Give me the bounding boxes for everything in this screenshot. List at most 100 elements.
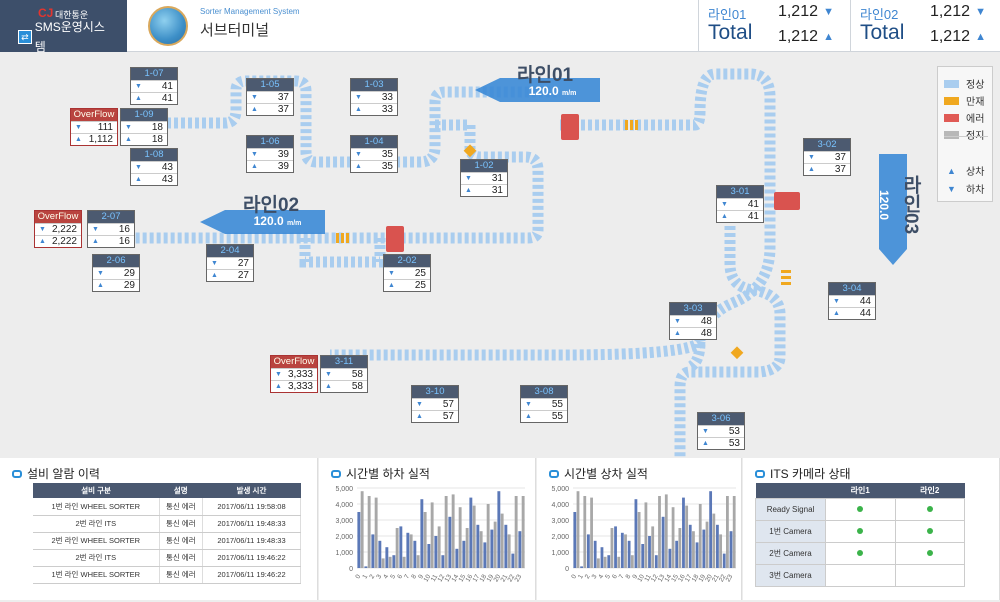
chute-1-07[interactable]: 1-07 ▼ 41 ▲ 41 <box>130 67 178 105</box>
chute-2-06[interactable]: 2-06 ▼ 29 ▲ 29 <box>92 254 140 292</box>
table-row[interactable]: 2번 라인 ITS 통신 에러 2017/06/11 19:48:33 <box>33 515 301 533</box>
system-subtitle: Sorter Management System <box>200 7 300 16</box>
y-tick-label: 5,000 <box>551 486 569 493</box>
chute-3-01[interactable]: 3-01 ▼ 41 ▲ 41 <box>716 185 764 223</box>
unload-count: ▼ 111 <box>71 121 117 133</box>
bar <box>378 540 382 568</box>
logo[interactable]: CJ 대한통운 ⇄ SMS운영시스템 <box>0 0 127 54</box>
alarm-panel: 설비 알람 이력 설비 구분 설명 발생 시간 1번 라인 WHEEL SORTER… <box>0 458 318 600</box>
chute-1-04[interactable]: 1-04 ▼ 35 ▲ 35 <box>350 135 398 173</box>
sorter-error-block[interactable] <box>561 114 579 140</box>
overflow-line03[interactable]: OverFlow ▼ 3,333 ▲ 3,333 <box>270 355 318 393</box>
unload-count: ▼ 25 <box>384 267 430 279</box>
load-bar-chart: 01,0002,0003,0004,0005,00001234567891011… <box>551 486 736 583</box>
bar <box>671 507 675 568</box>
overflow-line02[interactable]: OverFlow ▼ 2,222 ▲ 2,222 <box>34 210 82 248</box>
chute-id: 2-07 <box>88 211 134 223</box>
chute-id: 1-09 <box>121 109 167 121</box>
sorter-error-block[interactable] <box>386 226 404 252</box>
chute-3-06[interactable]: 3-06 ▼ 53 ▲ 53 <box>697 412 745 450</box>
line01-total-value: 1,212 <box>777 28 818 45</box>
bar <box>664 494 668 568</box>
bar <box>402 556 406 568</box>
table-row[interactable]: 2번 라인 ITS 통신 에러 2017/06/11 19:46:22 <box>33 549 301 567</box>
unload-count: ▼ 58 <box>321 368 367 380</box>
bar <box>586 534 590 568</box>
unload-count: ▼ 37 <box>804 151 850 163</box>
chute-1-08[interactable]: 1-08 ▼ 43 ▲ 43 <box>130 148 178 186</box>
sorter-error-block[interactable] <box>774 192 800 210</box>
status-dot <box>857 527 864 534</box>
table-row[interactable]: 2번 라인 WHEEL SORTER 통신 에러 2017/06/11 19:48:… <box>33 532 301 550</box>
down-arrow-icon: ▼ <box>947 183 956 194</box>
up-arrow-icon: ▲ <box>325 383 332 390</box>
chute-1-02[interactable]: 1-02 ▼ 31 ▲ 31 <box>460 159 508 197</box>
load-count: ▲ 53 <box>698 437 744 449</box>
up-arrow-icon: ▲ <box>355 106 362 113</box>
unload-count: ▼ 29 <box>93 267 139 279</box>
table-row[interactable]: 1번 라인 WHEEL SORTER 통신 에러 2017/06/11 19:58:… <box>33 498 301 516</box>
bar <box>364 566 368 568</box>
bar <box>451 494 455 568</box>
chute-3-03[interactable]: 3-03 ▼ 48 ▲ 48 <box>669 302 717 340</box>
load-count: ▲ 18 <box>121 133 167 145</box>
unload-count: ▼ 43 <box>131 161 177 173</box>
chute-id: 1-07 <box>131 68 177 80</box>
y-tick-label: 4,000 <box>551 502 569 509</box>
unload-count: ▼ 44 <box>829 295 875 307</box>
bar <box>630 555 634 568</box>
chute-3-02[interactable]: 3-02 ▼ 37 ▲ 37 <box>803 138 851 176</box>
bar <box>712 513 716 568</box>
legend-item-error: 에러 <box>944 110 984 125</box>
load-count: ▲ 25 <box>384 279 430 291</box>
bar <box>395 528 399 568</box>
chute-1-09[interactable]: 1-09 ▼ 18 ▲ 18 <box>120 108 168 146</box>
load-chart-panel: 시간별 상차 실적 0 1,000 2,000 3,000 4,000 5,000 0 1 2 3… <box>537 458 742 600</box>
bar <box>518 531 522 568</box>
unload-count: ▼ 57 <box>412 398 458 410</box>
status-dot <box>857 549 864 556</box>
chute-3-11[interactable]: 3-11 ▼ 58 ▲ 58 <box>320 355 368 393</box>
unload-count: ▼ 41 <box>131 80 177 92</box>
table-row[interactable]: 1번 라인 WHEEL SORTER 통신 에러 2017/06/11 19:46:… <box>33 566 301 584</box>
bar <box>458 507 462 568</box>
bar <box>627 540 631 568</box>
column-header: 라인2 <box>895 483 965 498</box>
column-header: 발생 시간 <box>202 483 301 498</box>
up-arrow-icon: ▲ <box>135 176 142 183</box>
bar <box>385 547 389 568</box>
bar <box>357 512 361 568</box>
chute-2-07[interactable]: 2-07 ▼ 16 ▲ 16 <box>87 210 135 248</box>
unload-arrow-icon: ▼ <box>975 6 986 18</box>
column-header: 설비 구분 <box>33 483 160 498</box>
chute-3-10[interactable]: 3-10 ▼ 57 ▲ 57 <box>411 385 459 423</box>
up-arrow-icon: ▲ <box>92 238 99 245</box>
unload-bar-chart: 01,0002,0003,0004,0005,0000 1 2 3 4 5 6 7 8 91011… <box>335 486 525 583</box>
chute-id: 1-05 <box>247 79 293 91</box>
bar <box>634 499 638 568</box>
column-header: 라인1 <box>825 483 895 498</box>
chute-1-05[interactable]: 1-05 ▼ 37 ▲ 37 <box>246 78 294 116</box>
load-count: ▲ 35 <box>351 160 397 172</box>
chute-3-04[interactable]: 3-04 ▼ 44 ▲ 44 <box>828 282 876 320</box>
full-segment <box>346 233 349 243</box>
bar <box>617 556 621 568</box>
chute-id: 3-10 <box>412 386 458 398</box>
bar <box>448 516 452 568</box>
chute-1-03[interactable]: 1-03 ▼ 33 ▲ 33 <box>350 78 398 116</box>
load-count: ▲ 55 <box>521 410 567 422</box>
bar <box>374 497 378 568</box>
system-name: ⇄ SMS운영시스템 <box>18 20 114 54</box>
chute-2-04[interactable]: 2-04 ▼ 27 ▲ 27 <box>206 244 254 282</box>
bar <box>381 558 385 568</box>
chute-id: 1-03 <box>351 79 397 91</box>
bar <box>573 512 577 568</box>
bar <box>507 534 511 568</box>
load-count: ▲ 37 <box>247 103 293 115</box>
y-tick-label: 3,000 <box>335 518 353 525</box>
unload-count: ▼ 41 <box>717 198 763 210</box>
chute-1-06[interactable]: 1-06 ▼ 39 ▲ 39 <box>246 135 294 173</box>
chute-3-08[interactable]: 3-08 ▼ 55 ▲ 55 <box>520 385 568 423</box>
overflow-line01[interactable]: OverFlow ▼ 111 ▲ 1,112 <box>70 108 118 146</box>
chute-2-02[interactable]: 2-02 ▼ 25 ▲ 25 <box>383 254 431 292</box>
